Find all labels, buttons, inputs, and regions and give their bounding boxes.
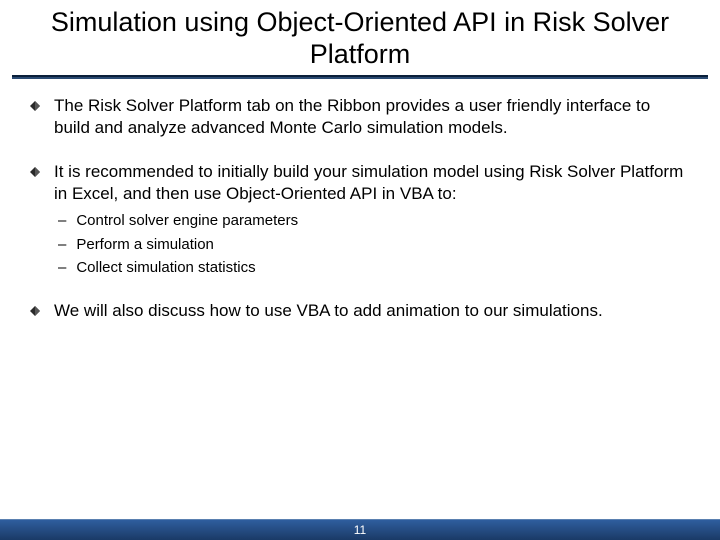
bullet-item: The Risk Solver Platform tab on the Ribb… [30, 95, 690, 139]
sub-bullet-text: Control solver engine parameters [76, 211, 298, 231]
title-block: Simulation using Object-Oriented API in … [0, 0, 720, 71]
slide-body: The Risk Solver Platform tab on the Ribb… [0, 79, 720, 540]
sub-bullet-text: Collect simulation statistics [76, 258, 255, 278]
bullet-item: It is recommended to initially build you… [30, 161, 690, 205]
bullet-text: We will also discuss how to use VBA to a… [54, 300, 603, 322]
sub-bullet-item: – Collect simulation statistics [58, 258, 690, 278]
sub-bullet-item: – Perform a simulation [58, 235, 690, 255]
bullet-item: We will also discuss how to use VBA to a… [30, 300, 690, 322]
bullet-text: It is recommended to initially build you… [54, 161, 690, 205]
sub-bullet-item: – Control solver engine parameters [58, 211, 690, 231]
dash-bullet-icon: – [58, 258, 66, 278]
dash-bullet-icon: – [58, 211, 66, 231]
sub-bullet-text: Perform a simulation [76, 235, 214, 255]
footer-bar: 11 [0, 519, 720, 540]
bullet-text: The Risk Solver Platform tab on the Ribb… [54, 95, 690, 139]
dash-bullet-icon: – [58, 235, 66, 255]
slide-title: Simulation using Object-Oriented API in … [40, 6, 680, 71]
diamond-bullet-icon [30, 167, 40, 177]
page-number: 11 [354, 523, 366, 537]
diamond-bullet-icon [30, 101, 40, 111]
slide: Simulation using Object-Oriented API in … [0, 0, 720, 540]
sub-bullet-list: – Control solver engine parameters – Per… [30, 211, 690, 278]
diamond-bullet-icon [30, 306, 40, 316]
